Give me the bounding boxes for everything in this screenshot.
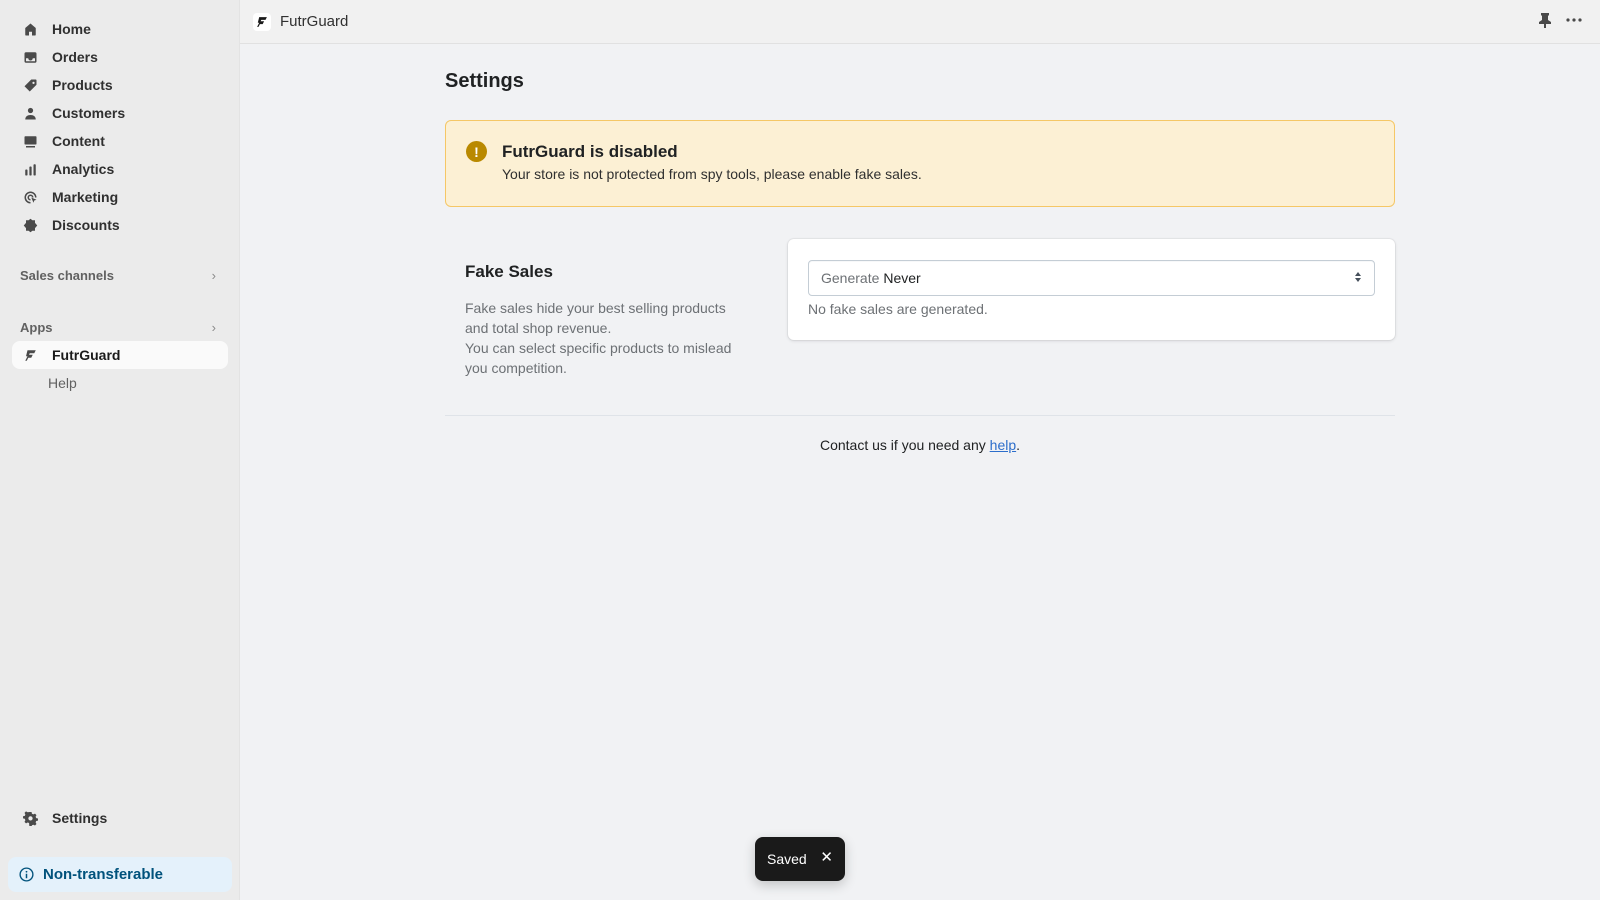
- generate-help-text: No fake sales are generated.: [808, 301, 988, 317]
- warning-banner: ! FutrGuard is disabled Your store is no…: [445, 120, 1395, 207]
- person-icon: [22, 105, 38, 121]
- plan-badge-label: Non-transferable: [43, 866, 164, 883]
- pin-icon[interactable]: [1538, 12, 1552, 28]
- fake-sales-title: Fake Sales: [465, 262, 553, 281]
- sidebar-item-label: Discounts: [52, 217, 120, 233]
- fake-sales-description: Fake sales hide your best selling produc…: [465, 298, 745, 378]
- sidebar-item-customers[interactable]: Customers: [12, 99, 228, 127]
- sidebar-item-label: Home: [52, 21, 91, 37]
- fake-sales-card: Generate Never No fake sales are generat…: [788, 239, 1395, 340]
- sidebar-item-label: Settings: [52, 810, 108, 826]
- sidebar-item-settings[interactable]: Settings: [12, 804, 228, 832]
- sidebar-item-label: Help: [48, 375, 77, 391]
- saved-toast: Saved ✕: [755, 837, 845, 881]
- sidebar-item-label: Customers: [52, 105, 126, 121]
- warning-icon: !: [466, 141, 487, 162]
- app-title: FutrGuard: [280, 13, 349, 30]
- banner-body: Your store is not protected from spy too…: [502, 166, 922, 182]
- app-topbar: FutrGuard: [240, 0, 1600, 44]
- apps-section[interactable]: Apps ›: [12, 313, 228, 341]
- sidebar-item-discounts[interactable]: Discounts: [12, 211, 228, 239]
- generate-select-value: Never: [883, 270, 921, 286]
- sidebar-item-label: Orders: [52, 49, 98, 65]
- sidebar-item-products[interactable]: Products: [12, 71, 228, 99]
- sidebar-item-orders[interactable]: Orders: [12, 43, 228, 71]
- bar-chart-icon: [22, 161, 38, 177]
- divider: [445, 415, 1395, 416]
- fake-sales-desc-line1: Fake sales hide your best selling produc…: [465, 300, 726, 336]
- sales-channels-label: Sales channels: [20, 267, 114, 283]
- footer-text: Contact us if you need any: [819, 437, 990, 453]
- generate-select[interactable]: Generate Never: [808, 260, 1375, 296]
- info-icon: [19, 867, 34, 882]
- sidebar-item-futrguard[interactable]: FutrGuard: [12, 341, 228, 369]
- banner-title: FutrGuard is disabled: [502, 142, 678, 161]
- sidebar-item-home[interactable]: Home: [12, 15, 228, 43]
- image-icon: [22, 133, 38, 149]
- chevron-right-icon: ›: [211, 319, 216, 335]
- footer-help: Contact us if you need any help.: [445, 437, 1395, 453]
- footer-suffix: .: [1016, 437, 1021, 453]
- close-icon[interactable]: ✕: [820, 850, 833, 866]
- apps-label: Apps: [20, 319, 53, 335]
- topbar-actions: [1538, 12, 1582, 28]
- futrguard-logo-icon: [253, 12, 271, 31]
- toast-message: Saved: [767, 851, 807, 867]
- sidebar-nav: Home Orders Products Customers Content A…: [12, 15, 228, 397]
- gear-icon: [22, 810, 38, 826]
- futrguard-logo-icon: [22, 347, 38, 363]
- sidebar-settings-wrap: Settings: [12, 804, 228, 832]
- sidebar-item-label: Products: [52, 77, 113, 93]
- sidebar-item-analytics[interactable]: Analytics: [12, 155, 228, 183]
- sales-channels-section[interactable]: Sales channels ›: [12, 261, 228, 289]
- sidebar-item-content[interactable]: Content: [12, 127, 228, 155]
- help-link[interactable]: help: [990, 437, 1016, 453]
- target-icon: [22, 189, 38, 205]
- discount-icon: [22, 217, 38, 233]
- sidebar-item-label: FutrGuard: [52, 347, 121, 363]
- home-icon: [22, 21, 38, 37]
- inbox-icon: [22, 49, 38, 65]
- sidebar-item-label: Content: [52, 133, 105, 149]
- sidebar: Home Orders Products Customers Content A…: [0, 0, 240, 900]
- select-arrows-icon: [1354, 271, 1362, 283]
- generate-select-label: Generate: [821, 270, 880, 286]
- fake-sales-desc-line2: You can select specific products to misl…: [465, 340, 732, 376]
- page-title: Settings: [445, 70, 524, 92]
- more-actions-icon[interactable]: [1566, 18, 1582, 22]
- sidebar-item-marketing[interactable]: Marketing: [12, 183, 228, 211]
- chevron-right-icon: ›: [211, 267, 216, 283]
- tag-icon: [22, 77, 38, 93]
- plan-badge[interactable]: Non-transferable: [8, 857, 232, 892]
- sidebar-item-label: Analytics: [52, 161, 115, 177]
- sidebar-item-label: Marketing: [52, 189, 119, 205]
- sidebar-item-help[interactable]: Help: [12, 369, 228, 397]
